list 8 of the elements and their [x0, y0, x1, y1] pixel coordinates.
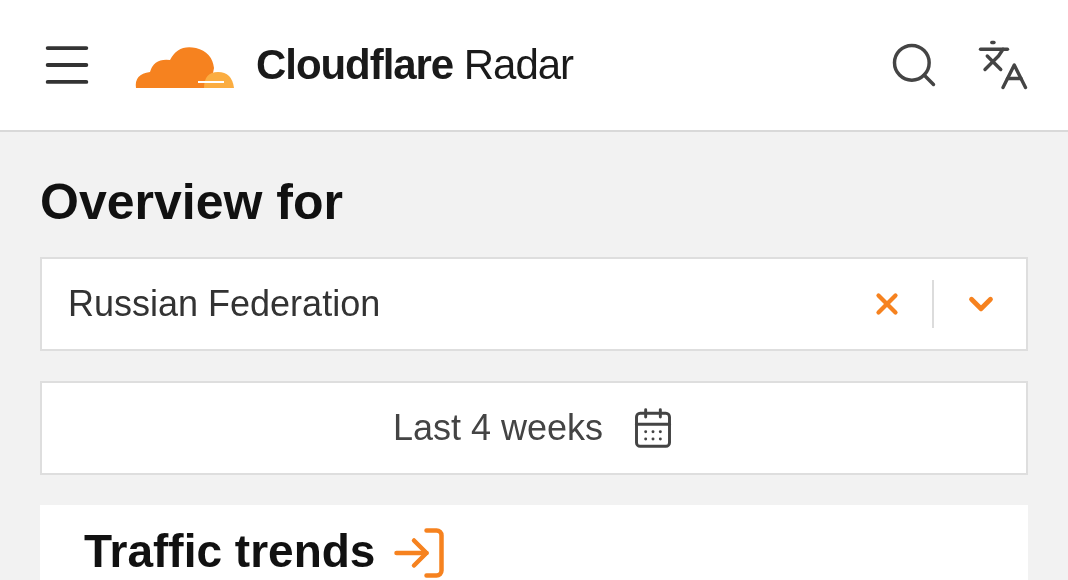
- location-select[interactable]: Russian Federation: [40, 257, 1028, 351]
- location-value: Russian Federation: [68, 282, 381, 326]
- date-range-button[interactable]: Last 4 weeks: [40, 381, 1028, 475]
- translate-icon[interactable]: [976, 38, 1030, 92]
- product-name: Radar: [463, 41, 573, 88]
- brand-name: Cloudflare: [256, 41, 454, 88]
- card-title: Traffic trends: [84, 524, 376, 579]
- page-heading: Overview for: [40, 173, 344, 232]
